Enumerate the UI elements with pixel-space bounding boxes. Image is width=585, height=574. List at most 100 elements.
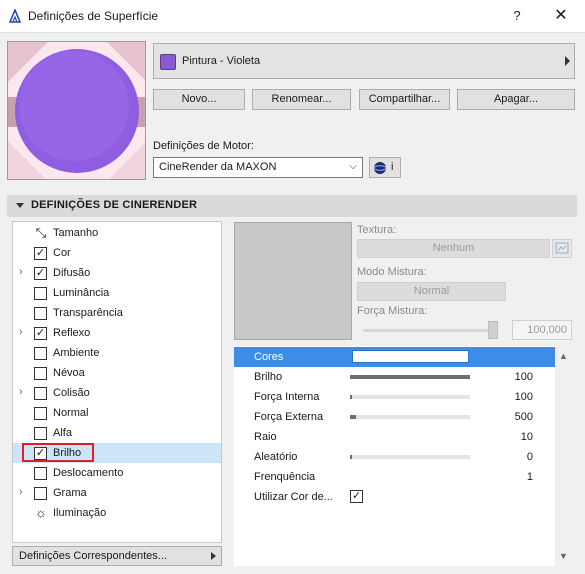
- channel-checkbox[interactable]: ✓: [34, 327, 47, 340]
- material-preview: [7, 41, 146, 180]
- channel-checkbox[interactable]: [34, 307, 47, 320]
- channel-row-normal[interactable]: Normal: [13, 403, 221, 423]
- texture-browse-icon: [555, 242, 569, 254]
- parameter-row[interactable]: Força Interna 100: [234, 387, 555, 407]
- channel-row-reflexo[interactable]: › ✓ Reflexo: [13, 323, 221, 343]
- channel-row-grama[interactable]: › Grama: [13, 483, 221, 503]
- slider-fill: [350, 415, 356, 419]
- channel-checkbox[interactable]: [34, 407, 47, 420]
- matching-settings-label: Definições Correspondentes...: [19, 550, 167, 562]
- highlight-box: [22, 443, 94, 462]
- channel-label: Transparência: [53, 307, 123, 319]
- channel-row-ambiente[interactable]: Ambiente: [13, 343, 221, 363]
- channel-label: Ambiente: [53, 347, 100, 359]
- mix-strength-slider-thumb: [488, 321, 498, 339]
- rename-button[interactable]: Renomear...: [252, 89, 351, 110]
- texture-preview: [234, 222, 352, 340]
- parameter-value[interactable]: 0: [527, 451, 533, 463]
- channel-row-iluminacao[interactable]: ☼ Iluminação: [13, 503, 221, 523]
- matching-settings-button[interactable]: Definições Correspondentes...: [12, 546, 222, 566]
- parameter-slider[interactable]: [350, 455, 470, 459]
- cinerender-section-header[interactable]: DEFINIÇÕES DE CINERENDER: [7, 195, 577, 217]
- chevron-right-icon: [211, 552, 216, 560]
- channel-row-brilho[interactable]: ✓ Brilho: [13, 443, 221, 463]
- illumination-icon: ☼: [35, 505, 47, 520]
- surface-color-swatch: [160, 54, 176, 70]
- parameter-value[interactable]: 500: [515, 411, 533, 423]
- color-picker-swatch[interactable]: [352, 350, 469, 363]
- surface-selector[interactable]: Pintura - Violeta: [153, 43, 575, 79]
- archicad-app-icon: [8, 9, 22, 23]
- parameter-list: Cores Brilho 100 Força Interna 100 Força Exte…: [234, 346, 555, 566]
- parameter-row[interactable]: Força Externa 500: [234, 407, 555, 427]
- texture-field: Nenhum: [357, 239, 550, 258]
- expand-chevron-icon[interactable]: ›: [19, 326, 23, 338]
- engine-value: CineRender da MAXON: [159, 161, 277, 173]
- expand-chevron-icon[interactable]: ›: [19, 486, 23, 498]
- parameter-slider[interactable]: [350, 395, 470, 399]
- delete-button[interactable]: Apagar...: [457, 89, 575, 110]
- channel-checkbox[interactable]: [34, 287, 47, 300]
- channel-label: Grama: [53, 487, 87, 499]
- parameter-name: Utilizar Cor de...: [254, 491, 333, 503]
- channel-label: Tamanho: [53, 227, 99, 239]
- channel-row-difusao[interactable]: › ✓ Difusão: [13, 263, 221, 283]
- parameter-name: Brilho: [254, 371, 283, 383]
- channel-checkbox[interactable]: ✓: [34, 267, 47, 280]
- channel-checkbox[interactable]: ✓: [34, 247, 47, 260]
- parameter-row[interactable]: Cores: [234, 347, 555, 367]
- parameter-value[interactable]: 1: [527, 471, 533, 483]
- channel-checkbox[interactable]: [34, 467, 47, 480]
- parameter-value[interactable]: 100: [515, 391, 533, 403]
- scroll-down-icon[interactable]: ▼: [559, 551, 568, 561]
- channel-row-alfa[interactable]: Alfa: [13, 423, 221, 443]
- engine-info-button[interactable]: i: [369, 157, 401, 178]
- parameter-scrollbar[interactable]: ▲ ▼: [555, 346, 572, 566]
- expand-chevron-icon[interactable]: ›: [19, 386, 23, 398]
- channel-row-luminancia[interactable]: Luminância: [13, 283, 221, 303]
- chevron-down-icon: ⌵: [349, 161, 357, 172]
- channel-row-cor[interactable]: ✓ Cor: [13, 243, 221, 263]
- share-button[interactable]: Compartilhar...: [359, 89, 450, 110]
- channel-checkbox[interactable]: [34, 367, 47, 380]
- channel-row-tamanho[interactable]: ⤡ Tamanho: [13, 223, 221, 243]
- channel-checkbox[interactable]: [34, 347, 47, 360]
- channel-row-deslocamento[interactable]: Deslocamento: [13, 463, 221, 483]
- parameter-name: Força Externa: [254, 411, 324, 423]
- channel-row-transparencia[interactable]: Transparência: [13, 303, 221, 323]
- expand-chevron-icon[interactable]: ›: [19, 266, 23, 278]
- channel-checkbox[interactable]: [34, 487, 47, 500]
- parameter-row[interactable]: Raio 10: [234, 427, 555, 447]
- engine-dropdown[interactable]: CineRender da MAXON ⌵: [153, 157, 363, 178]
- channel-row-colisao[interactable]: › Colisão: [13, 383, 221, 403]
- texture-browse-button: [552, 239, 572, 258]
- window-title: Definições de Superfície: [28, 9, 159, 23]
- parameter-checkbox[interactable]: ✓: [350, 490, 363, 503]
- channel-label: Iluminação: [53, 507, 107, 519]
- title-bar: Definições de Superfície ? ✕: [0, 0, 585, 33]
- channel-checkbox[interactable]: [34, 427, 47, 440]
- channel-label: Luminância: [53, 287, 110, 299]
- channel-checkbox[interactable]: [34, 387, 47, 400]
- parameter-name: Força Interna: [254, 391, 320, 403]
- parameter-row[interactable]: Aleatório 0: [234, 447, 555, 467]
- render-engine-icon: [373, 162, 387, 174]
- mix-mode-label: Modo Mistura:: [357, 266, 427, 278]
- parameter-value[interactable]: 100: [515, 371, 533, 383]
- parameter-slider[interactable]: [350, 375, 470, 379]
- mix-strength-label: Força Mistura:: [357, 305, 428, 317]
- parameter-row[interactable]: Utilizar Cor de... ✓: [234, 487, 555, 507]
- parameter-slider[interactable]: [350, 415, 470, 419]
- channel-label: Névoa: [53, 367, 85, 379]
- engine-label: Definições de Motor:: [153, 140, 254, 152]
- scroll-up-icon[interactable]: ▲: [559, 351, 568, 361]
- channel-row-nevoa[interactable]: Névoa: [13, 363, 221, 383]
- slider-fill: [350, 375, 470, 379]
- help-button[interactable]: ?: [506, 6, 528, 26]
- close-button[interactable]: ✕: [549, 6, 573, 26]
- new-button[interactable]: Novo...: [153, 89, 245, 110]
- channel-label: Cor: [53, 247, 71, 259]
- parameter-value[interactable]: 10: [521, 431, 533, 443]
- parameter-row[interactable]: Frenquência 1: [234, 467, 555, 487]
- parameter-row[interactable]: Brilho 100: [234, 367, 555, 387]
